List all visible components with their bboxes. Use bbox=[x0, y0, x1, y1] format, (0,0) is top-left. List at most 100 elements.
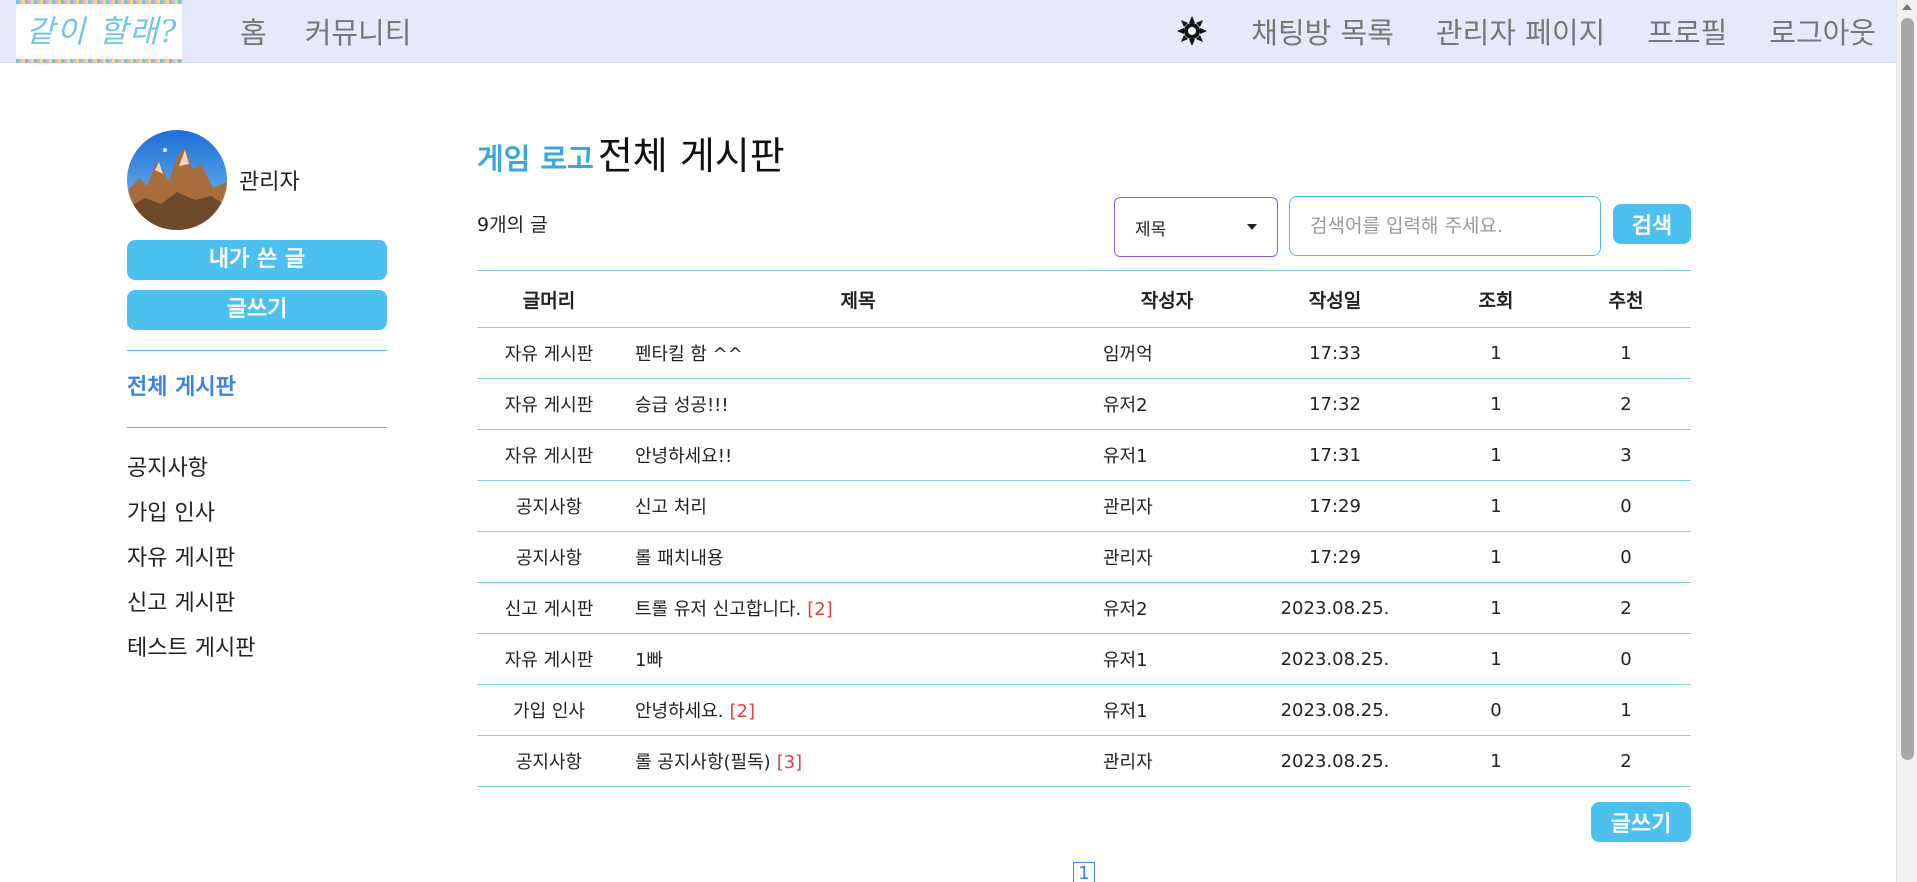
row-title[interactable]: 안녕하세요. bbox=[635, 701, 724, 722]
row-category: 가입 인사 bbox=[477, 684, 621, 736]
sidebar-item-free-board[interactable]: 자유 게시판 bbox=[127, 536, 387, 581]
row-title-cell[interactable]: 롤 패치내용 bbox=[621, 531, 1095, 583]
post-table: 글머리 제목 작성자 작성일 조회 추천 자유 게시판 펜타킬 함 ^^ 임꺼억… bbox=[477, 270, 1691, 787]
row-date: 17:29 bbox=[1239, 531, 1431, 583]
row-recommend: 2 bbox=[1561, 378, 1691, 430]
row-category: 자유 게시판 bbox=[477, 378, 621, 430]
row-recommend: 0 bbox=[1561, 633, 1691, 685]
profile-block: 관리자 bbox=[127, 130, 387, 230]
column-header-recommend: 추천 bbox=[1561, 270, 1691, 328]
row-title-cell[interactable]: 펜타킬 함 ^^ bbox=[621, 327, 1095, 379]
nav-profile[interactable]: 프로필 bbox=[1647, 10, 1727, 52]
scroll-thumb[interactable] bbox=[1901, 18, 1914, 760]
row-views: 1 bbox=[1431, 735, 1561, 787]
row-recommend: 1 bbox=[1561, 327, 1691, 379]
row-title-cell[interactable]: 트롤 유저 신고합니다. [2] bbox=[621, 582, 1095, 634]
row-views: 1 bbox=[1431, 327, 1561, 379]
row-category: 신고 게시판 bbox=[477, 582, 621, 634]
sidebar-item-notice[interactable]: 공지사항 bbox=[127, 446, 387, 491]
row-date: 2023.08.25. bbox=[1239, 633, 1431, 685]
search-button[interactable]: 검색 bbox=[1613, 204, 1691, 244]
sidebar-divider bbox=[127, 427, 387, 428]
row-recommend: 2 bbox=[1561, 735, 1691, 787]
row-date: 2023.08.25. bbox=[1239, 684, 1431, 736]
row-author[interactable]: 유저2 bbox=[1095, 582, 1239, 634]
pagination: 1 bbox=[477, 862, 1691, 882]
row-title-cell[interactable]: 승급 성공!!! bbox=[621, 378, 1095, 430]
row-author[interactable]: 유저2 bbox=[1095, 378, 1239, 430]
table-row[interactable]: 자유 게시판 1빠 유저1 2023.08.25. 1 0 bbox=[477, 633, 1691, 685]
comment-count: [2] bbox=[807, 599, 833, 620]
row-category: 자유 게시판 bbox=[477, 633, 621, 685]
row-title[interactable]: 승급 성공!!! bbox=[635, 395, 729, 416]
row-author[interactable]: 유저1 bbox=[1095, 429, 1239, 481]
sidebar-item-report-board[interactable]: 신고 게시판 bbox=[127, 581, 387, 626]
avatar[interactable] bbox=[127, 130, 227, 230]
row-date: 17:31 bbox=[1239, 429, 1431, 481]
row-title[interactable]: 펜타킬 함 ^^ bbox=[635, 344, 743, 365]
nav-chat-list[interactable]: 채팅방 목록 bbox=[1251, 10, 1394, 52]
row-views: 1 bbox=[1431, 378, 1561, 430]
row-title-cell[interactable]: 롤 공지사항(필독) [3] bbox=[621, 735, 1095, 787]
nav-home[interactable]: 홈 bbox=[240, 10, 267, 52]
table-row[interactable]: 자유 게시판 펜타킬 함 ^^ 임꺼억 17:33 1 1 bbox=[477, 327, 1691, 379]
row-title-cell[interactable]: 안녕하세요. [2] bbox=[621, 684, 1095, 736]
table-row[interactable]: 신고 게시판 트롤 유저 신고합니다. [2] 유저2 2023.08.25. 1… bbox=[477, 582, 1691, 634]
row-date: 17:29 bbox=[1239, 480, 1431, 532]
row-title[interactable]: 트롤 유저 신고합니다. bbox=[635, 599, 801, 620]
nav-logout[interactable]: 로그아웃 bbox=[1769, 10, 1876, 52]
write-post-button[interactable]: 글쓰기 bbox=[1591, 802, 1691, 842]
search-input[interactable] bbox=[1289, 196, 1601, 256]
nav-admin-page[interactable]: 관리자 페이지 bbox=[1436, 10, 1605, 52]
row-title[interactable]: 1빠 bbox=[635, 650, 663, 671]
row-author[interactable]: 유저1 bbox=[1095, 684, 1239, 736]
page-number-current[interactable]: 1 bbox=[1073, 862, 1095, 882]
site-logo[interactable]: 같이 할래? bbox=[16, 0, 182, 63]
row-author[interactable]: 관리자 bbox=[1095, 531, 1239, 583]
logo-text: 같이 할래? bbox=[26, 6, 179, 51]
my-posts-button[interactable]: 내가 쓴 글 bbox=[127, 240, 387, 280]
theme-toggle-icon[interactable] bbox=[1175, 14, 1209, 48]
search-type-select[interactable]: 제목 bbox=[1114, 197, 1278, 257]
page-scrollbar[interactable] bbox=[1896, 0, 1917, 882]
page-title: 게임 로고 전체 게시판 bbox=[477, 125, 1691, 180]
row-title-cell[interactable]: 안녕하세요!! bbox=[621, 429, 1095, 481]
row-title-cell[interactable]: 1빠 bbox=[621, 633, 1095, 685]
row-title[interactable]: 안녕하세요!! bbox=[635, 446, 732, 467]
table-row[interactable]: 공지사항 신고 처리 관리자 17:29 1 0 bbox=[477, 480, 1691, 532]
sidebar: 관리자 내가 쓴 글 글쓰기 전체 게시판 공지사항 가입 인사 자유 게시판 … bbox=[127, 130, 387, 671]
row-title[interactable]: 신고 처리 bbox=[635, 497, 707, 518]
column-header-category: 글머리 bbox=[477, 270, 621, 328]
row-author[interactable]: 유저1 bbox=[1095, 633, 1239, 685]
sidebar-write-button[interactable]: 글쓰기 bbox=[127, 290, 387, 330]
column-header-author: 작성자 bbox=[1095, 270, 1239, 328]
column-header-title: 제목 bbox=[621, 270, 1095, 328]
table-row[interactable]: 공지사항 롤 공지사항(필독) [3] 관리자 2023.08.25. 1 2 bbox=[477, 735, 1691, 787]
row-recommend: 0 bbox=[1561, 480, 1691, 532]
row-category: 자유 게시판 bbox=[477, 327, 621, 379]
row-recommend: 3 bbox=[1561, 429, 1691, 481]
row-date: 17:33 bbox=[1239, 327, 1431, 379]
comment-count: [3] bbox=[776, 752, 803, 773]
row-title-cell[interactable]: 신고 처리 bbox=[621, 480, 1095, 532]
nav-community[interactable]: 커뮤니티 bbox=[305, 10, 412, 52]
sidebar-item-greetings[interactable]: 가입 인사 bbox=[127, 491, 387, 536]
table-row[interactable]: 가입 인사 안녕하세요. [2] 유저1 2023.08.25. 0 1 bbox=[477, 684, 1691, 736]
scroll-up-icon[interactable] bbox=[1902, 4, 1912, 10]
table-row[interactable]: 공지사항 롤 패치내용 관리자 17:29 1 0 bbox=[477, 531, 1691, 583]
table-row[interactable]: 자유 게시판 안녕하세요!! 유저1 17:31 1 3 bbox=[477, 429, 1691, 481]
post-count: 9개의 글 bbox=[477, 214, 548, 236]
table-row[interactable]: 자유 게시판 승급 성공!!! 유저2 17:32 1 2 bbox=[477, 378, 1691, 430]
board-toolbar: 9개의 글 제목 검색 bbox=[477, 190, 1691, 258]
row-title[interactable]: 롤 패치내용 bbox=[635, 548, 724, 569]
row-author[interactable]: 관리자 bbox=[1095, 735, 1239, 787]
row-views: 1 bbox=[1431, 480, 1561, 532]
game-logo-label: 게임 로고 bbox=[477, 142, 594, 176]
sidebar-item-all-board[interactable]: 전체 게시판 bbox=[127, 351, 387, 427]
sidebar-item-test-board[interactable]: 테스트 게시판 bbox=[127, 626, 387, 671]
row-title[interactable]: 롤 공지사항(필독) bbox=[635, 752, 771, 773]
row-author[interactable]: 임꺼억 bbox=[1095, 327, 1239, 379]
row-author[interactable]: 관리자 bbox=[1095, 480, 1239, 532]
row-recommend: 2 bbox=[1561, 582, 1691, 634]
nav-right: 채팅방 목록 관리자 페이지 프로필 로그아웃 bbox=[1175, 10, 1876, 52]
